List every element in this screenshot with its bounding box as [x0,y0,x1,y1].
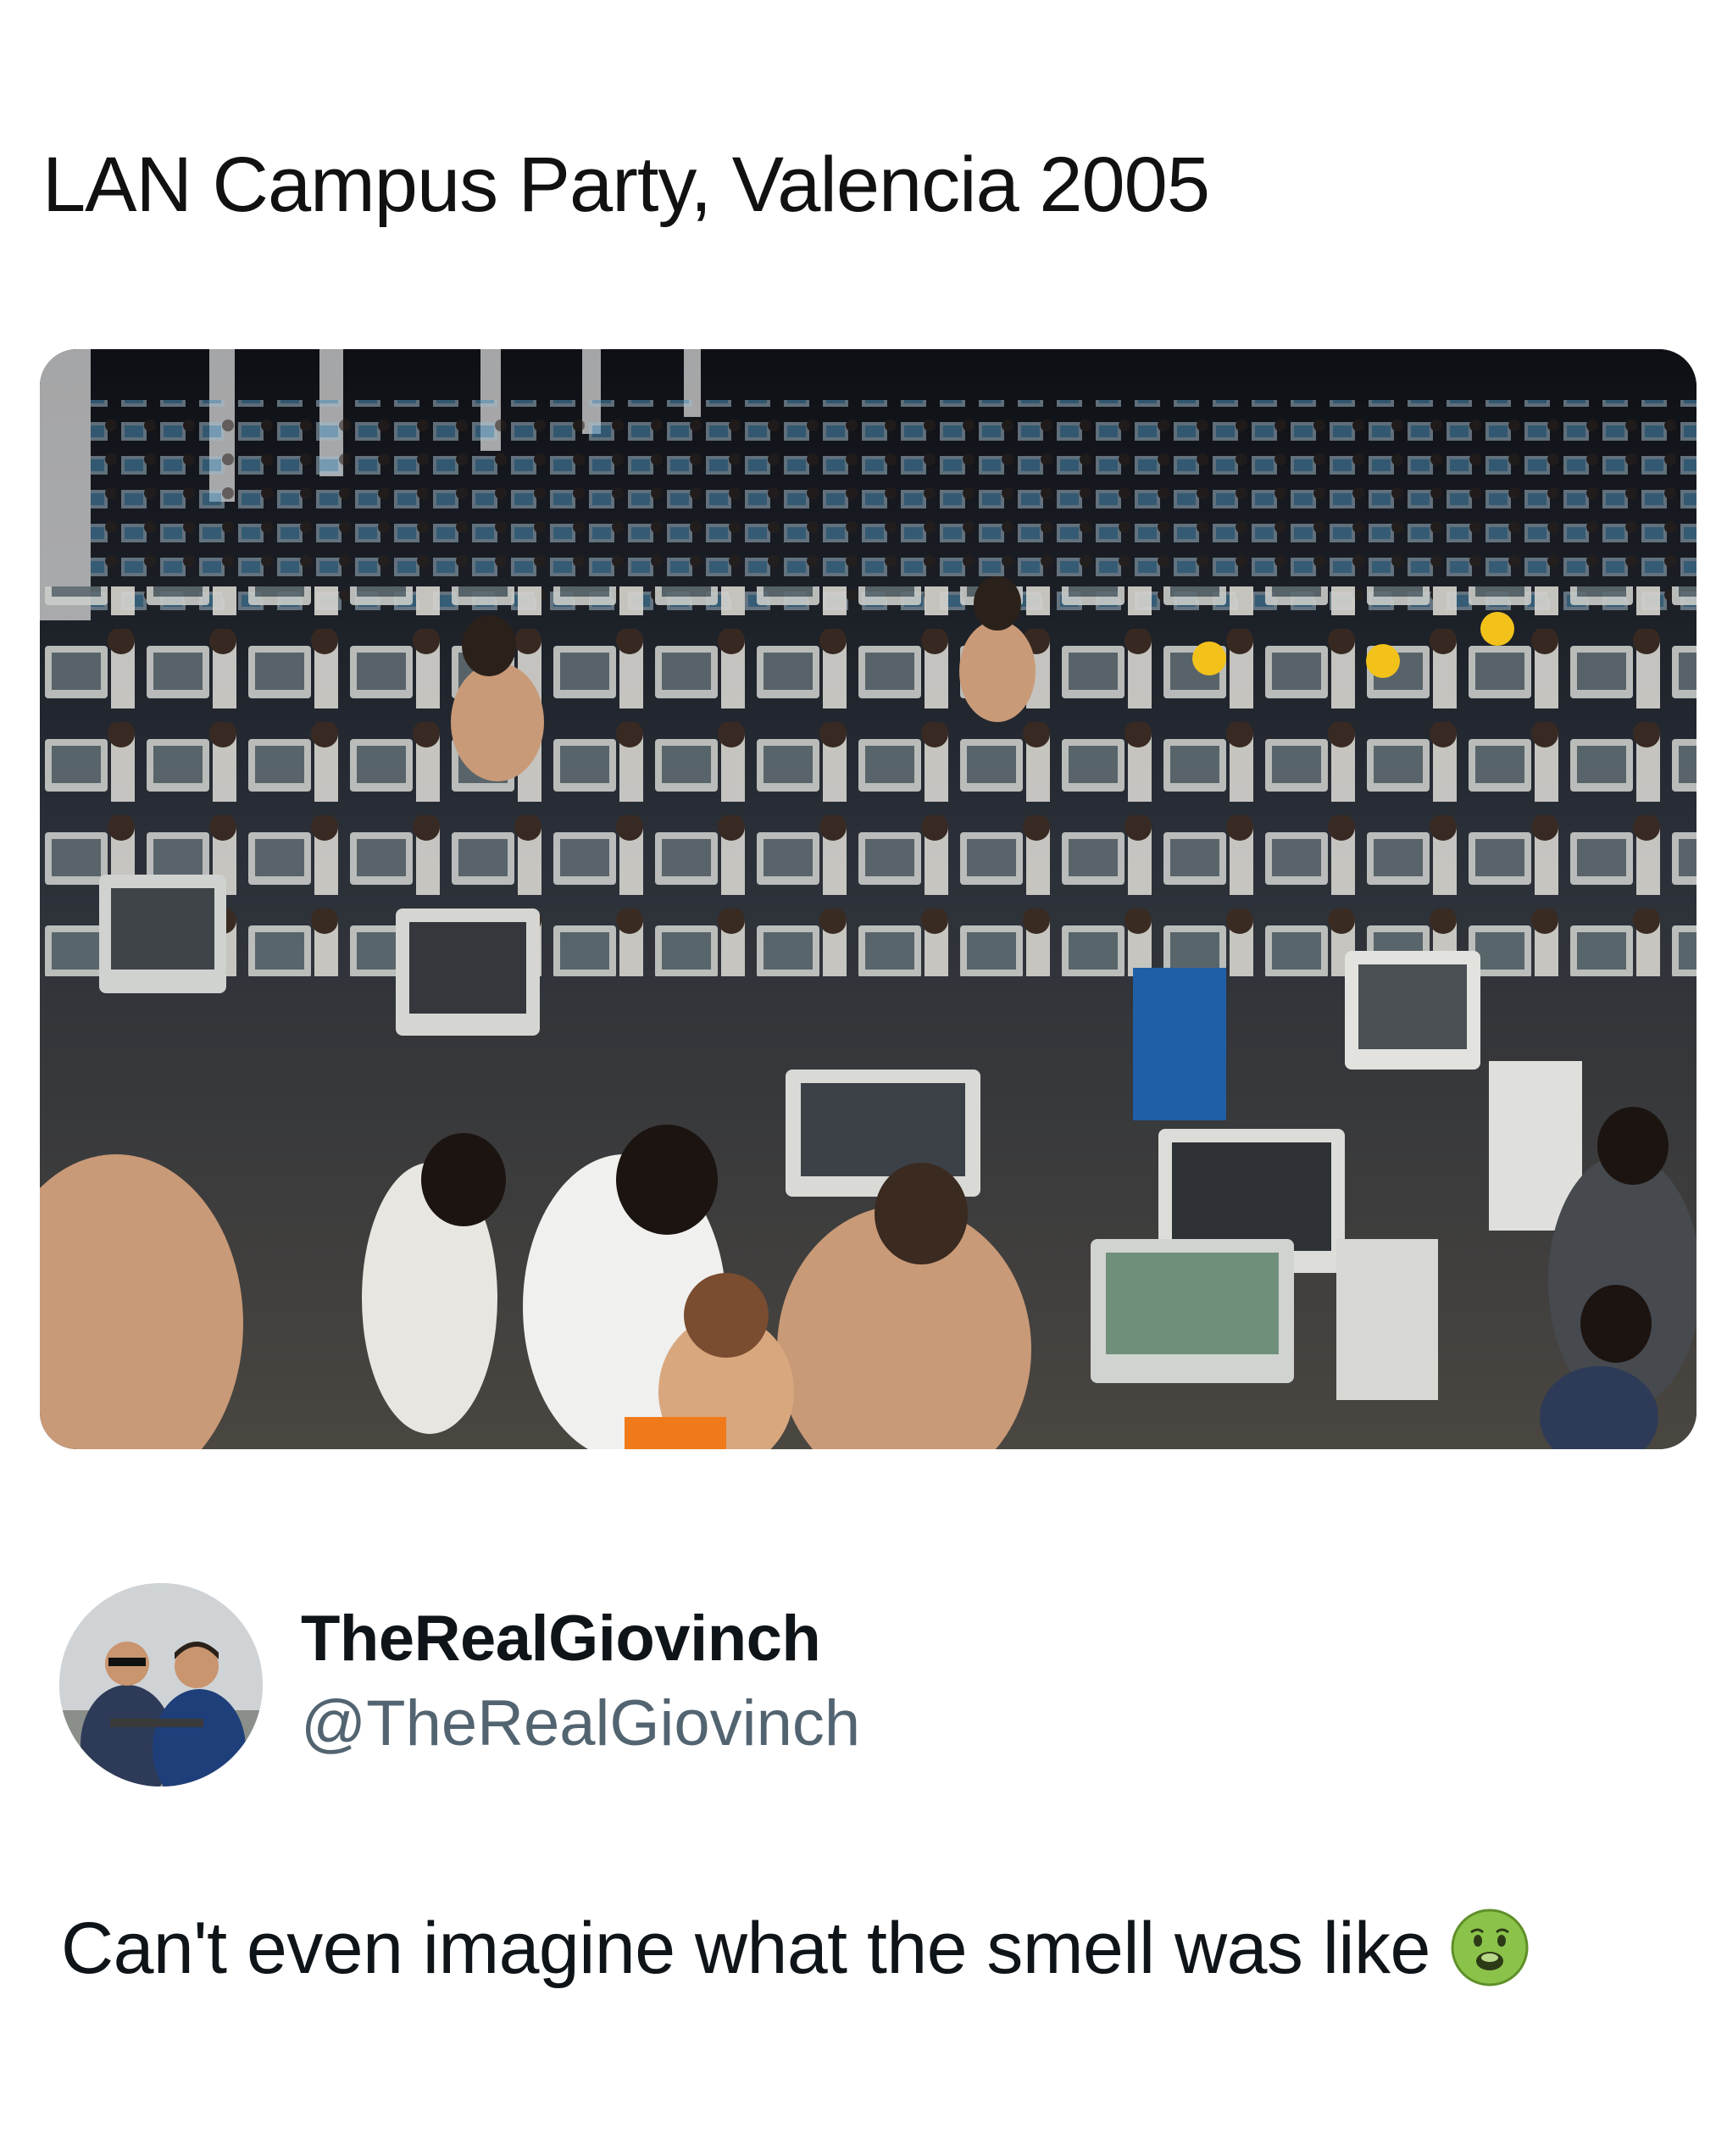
author-display-name[interactable]: TheRealGiovinch [301,1602,821,1675]
avatar-photo-icon [59,1583,263,1786]
avatar[interactable] [59,1583,263,1786]
tweet-text-content: Can't even imagine what the smell was li… [61,1908,1430,1989]
tweet-author[interactable]: TheRealGiovinch @TheRealGiovinch [59,1583,1246,1786]
tweet-text: Can't even imagine what the smell was li… [61,1907,1530,1991]
author-handle[interactable]: @TheRealGiovinch [301,1686,860,1760]
post-caption: LAN Campus Party, Valencia 2005 [42,142,1210,228]
lan-party-photo [40,349,1696,1449]
post-photo[interactable] [40,349,1696,1449]
nauseated-face-icon [1449,1907,1530,1988]
